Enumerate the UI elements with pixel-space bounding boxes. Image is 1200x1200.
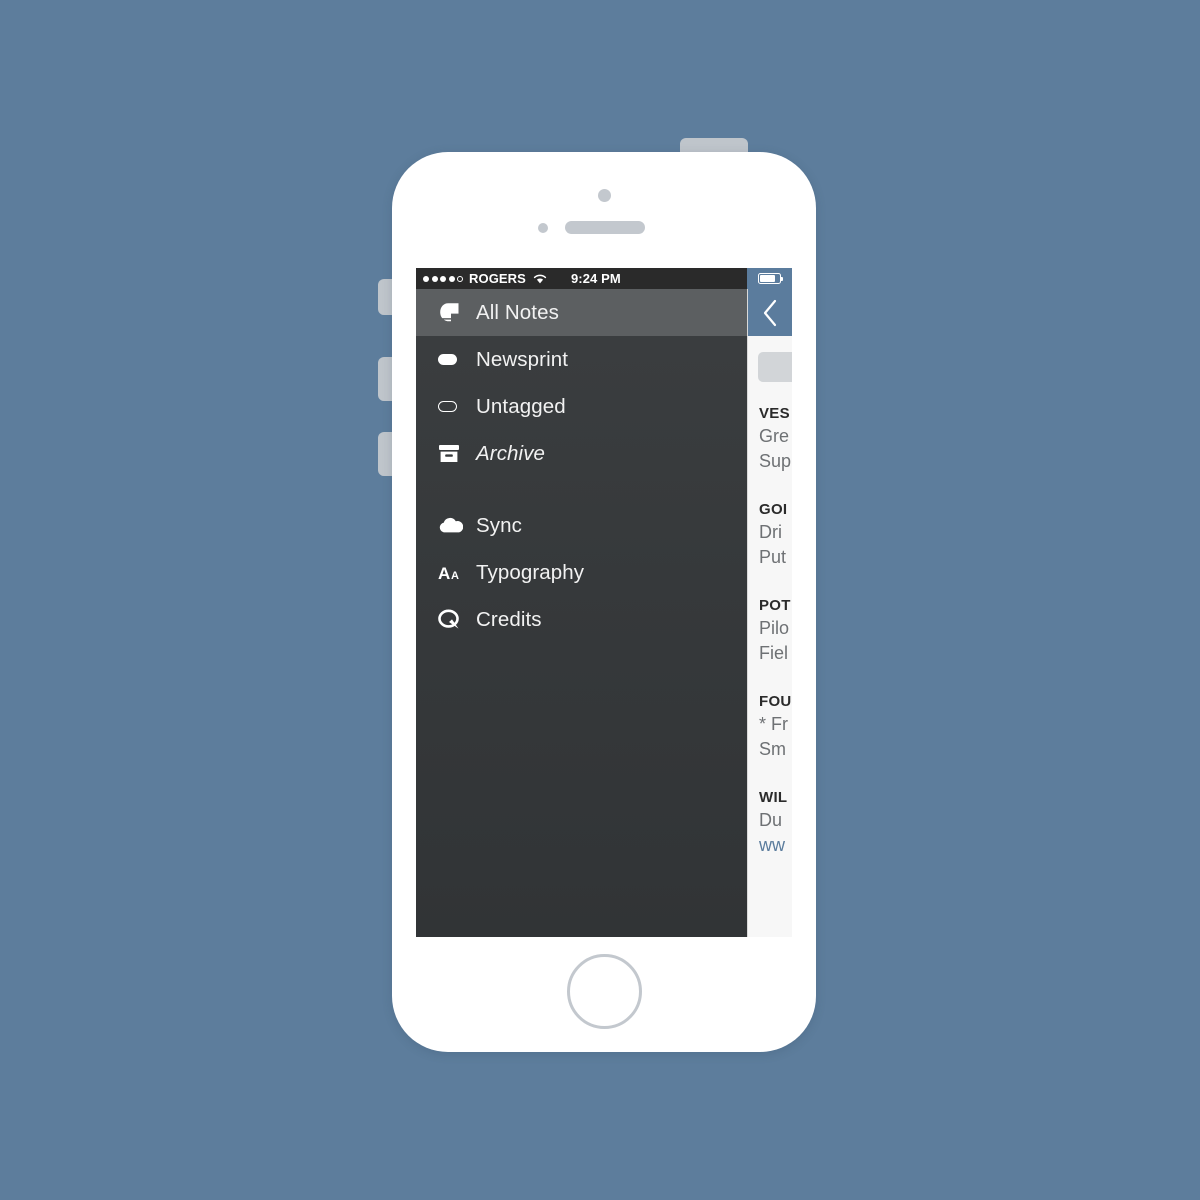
sidebar-drawer: All Notes Newsprint Untagged Archive Syn… bbox=[416, 289, 747, 937]
note-preview-line-1: Dri bbox=[759, 522, 782, 542]
sidebar-item-label: Credits bbox=[476, 607, 542, 631]
note-title: FOU bbox=[759, 693, 792, 710]
signal-dot-filled bbox=[423, 275, 429, 282]
sidebar-item-label: Typography bbox=[476, 560, 585, 584]
sidebar-item-all-notes[interactable]: All Notes bbox=[416, 289, 747, 336]
search-input[interactable] bbox=[758, 352, 792, 382]
sidebar-item-credits[interactable]: Credits bbox=[416, 596, 747, 643]
sidebar-item-label: Newsprint bbox=[476, 347, 569, 371]
list-item[interactable]: VES Gre Sup bbox=[748, 403, 792, 474]
sidebar-item-untagged[interactable]: Untagged bbox=[416, 383, 747, 430]
note-list-panel: VES Gre Sup GOI Dri Put POT Pilo Fiel FO… bbox=[747, 289, 792, 937]
sidebar-item-label: Sync bbox=[476, 513, 522, 537]
chevron-left-icon bbox=[763, 299, 777, 326]
note-preview-line-1: Du bbox=[759, 810, 783, 830]
list-item[interactable]: POT Pilo Fiel bbox=[748, 595, 792, 666]
battery-nub bbox=[781, 277, 784, 281]
note-preview-line-2: Sup bbox=[759, 451, 792, 471]
note-preview-line-2: Fiel bbox=[759, 643, 789, 663]
sidebar-item-archive[interactable]: Archive bbox=[416, 430, 747, 477]
signal-strength-icon bbox=[423, 275, 463, 282]
note-list: VES Gre Sup GOI Dri Put POT Pilo Fiel FO… bbox=[748, 403, 792, 858]
earpiece-speaker bbox=[565, 221, 645, 234]
svg-text:A: A bbox=[438, 564, 450, 583]
wifi-icon bbox=[533, 273, 547, 284]
note-preview-line-2: Put bbox=[759, 547, 787, 567]
vesper-notes-icon bbox=[438, 301, 468, 325]
tag-outline-icon bbox=[438, 401, 468, 412]
sidebar-item-label: All Notes bbox=[476, 300, 559, 324]
note-title: VES bbox=[759, 405, 790, 422]
note-title: WIL bbox=[759, 789, 788, 806]
note-preview-line-1: Pilo bbox=[759, 618, 790, 638]
list-item[interactable]: FOU * Fr Sm bbox=[748, 691, 792, 762]
proximity-sensor bbox=[538, 223, 548, 233]
signal-dot-filled bbox=[448, 275, 455, 282]
sidebar-item-newsprint[interactable]: Newsprint bbox=[416, 336, 747, 383]
sidebar-item-label: Archive bbox=[476, 441, 546, 465]
signal-dot-filled bbox=[431, 275, 438, 282]
list-item[interactable]: WIL Du ww bbox=[748, 787, 792, 858]
battery-status-area bbox=[747, 268, 792, 289]
signal-dot-filled bbox=[440, 275, 446, 282]
note-preview-line-1: * Fr bbox=[759, 714, 788, 734]
carrier-name: ROGERS bbox=[469, 271, 526, 286]
battery-icon bbox=[758, 273, 784, 284]
note-preview-line-2: Sm bbox=[759, 739, 786, 759]
note-preview-line-1: Gre bbox=[759, 426, 790, 446]
battery-fill bbox=[760, 275, 775, 282]
sidebar-item-typography[interactable]: A A Typography bbox=[416, 549, 747, 596]
aa-text-size-icon: A A bbox=[438, 563, 468, 583]
credits-q-icon bbox=[438, 609, 468, 630]
note-title: POT bbox=[759, 597, 791, 614]
phone-screen: ROGERS 9:24 PM All Notes Newsprint Untag… bbox=[416, 268, 792, 937]
note-preview-link[interactable]: ww bbox=[759, 833, 792, 858]
note-title: GOI bbox=[759, 501, 788, 518]
front-camera bbox=[598, 189, 611, 202]
archive-box-icon bbox=[438, 444, 468, 464]
svg-text:A: A bbox=[451, 570, 459, 582]
list-item[interactable]: GOI Dri Put bbox=[748, 499, 792, 570]
tag-filled-icon bbox=[438, 354, 468, 365]
signal-dot-empty bbox=[457, 275, 463, 282]
sidebar-divider-space bbox=[416, 477, 747, 502]
sidebar-item-sync[interactable]: Sync bbox=[416, 502, 747, 549]
back-button[interactable] bbox=[748, 289, 792, 336]
cloud-icon bbox=[438, 517, 468, 534]
home-button[interactable] bbox=[567, 954, 642, 1029]
status-time: 9:24 PM bbox=[570, 271, 621, 286]
sidebar-item-label: Untagged bbox=[476, 394, 566, 418]
status-bar: ROGERS 9:24 PM bbox=[416, 268, 747, 289]
